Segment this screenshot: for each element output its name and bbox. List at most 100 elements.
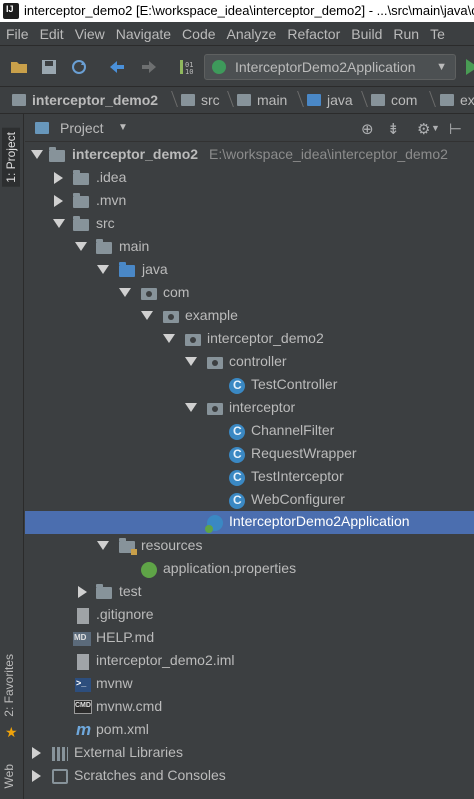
tree-item-label: interceptor_demo2: [207, 330, 324, 346]
forward-arrow-icon[interactable]: [140, 58, 158, 76]
tree-item-mvnw[interactable]: mvnw: [25, 673, 474, 696]
tree-item-webconfigurer[interactable]: WebConfigurer: [25, 489, 474, 512]
breadcrumb-separator: [289, 91, 304, 107]
collapse-arrow-icon[interactable]: [32, 747, 41, 759]
project-view-icon: [35, 122, 49, 134]
tree-item-interceptor-demo2-package[interactable]: interceptor_demo2: [25, 328, 474, 351]
expand-arrow-icon[interactable]: [75, 242, 87, 251]
tree-item-requestwrapper[interactable]: RequestWrapper: [25, 443, 474, 466]
tab-project[interactable]: 1: Project: [2, 128, 20, 187]
expand-arrow-icon[interactable]: [97, 265, 109, 274]
run-icon[interactable]: [466, 59, 474, 75]
build-project-icon[interactable]: 0110: [178, 58, 196, 76]
chevron-down-icon[interactable]: ▼: [118, 122, 128, 133]
class-icon: [229, 447, 245, 463]
chevron-down-icon[interactable]: ▼: [431, 123, 440, 133]
open-folder-icon[interactable]: [10, 58, 28, 76]
tree-item-label: src: [96, 215, 115, 231]
project-tree: interceptor_demo2 E:\workspace_idea\inte…: [25, 142, 474, 799]
menu-refactor[interactable]: Refactor: [281, 22, 345, 42]
folder-icon: [237, 94, 251, 106]
expand-arrow-icon[interactable]: [141, 311, 153, 320]
menu-run[interactable]: Run: [387, 22, 424, 42]
folder-icon: [181, 94, 195, 106]
star-icon: ★: [5, 724, 18, 740]
breadcrumb-label: ex: [460, 92, 474, 108]
tree-item-com[interactable]: com: [25, 282, 474, 305]
expand-arrow-icon[interactable]: [163, 334, 175, 343]
menu-code[interactable]: Code: [176, 22, 220, 42]
menu-file[interactable]: File: [0, 22, 34, 42]
breadcrumb-label: com: [391, 92, 418, 108]
tree-item-mvnw-cmd[interactable]: mvnw.cmd: [25, 696, 474, 719]
run-configuration-dropdown[interactable]: InterceptorDemo2Application ▼: [204, 54, 456, 80]
package-icon: [371, 94, 385, 106]
tree-item-idea[interactable]: .idea: [25, 167, 474, 190]
expand-arrow-icon[interactable]: [185, 357, 197, 366]
menu-build[interactable]: Build: [345, 22, 387, 42]
tree-item-java[interactable]: java: [25, 259, 474, 282]
package-icon: [440, 94, 454, 106]
tree-item-label: .idea: [96, 169, 127, 185]
tab-favorites[interactable]: 2: Favorites: [2, 654, 16, 717]
tree-item-pom-xml[interactable]: m pom.xml: [25, 719, 474, 742]
libraries-icon: [52, 747, 68, 761]
project-panel-header: Project ▼ ⊕ ⇟ ⚙ ▼ ⊢: [25, 114, 474, 142]
tree-item-label: mvnw: [96, 675, 133, 691]
tree-item-src[interactable]: src: [25, 213, 474, 236]
tree-item-main[interactable]: main: [25, 236, 474, 259]
scratches-icon: [52, 769, 68, 784]
tree-item-label: ChannelFilter: [251, 422, 335, 438]
resources-folder-icon: [119, 538, 137, 555]
source-folder-icon: [307, 94, 321, 106]
tab-web[interactable]: Web: [2, 764, 16, 788]
tree-item-help-md[interactable]: HELP.md: [25, 627, 474, 650]
tree-item-application-properties[interactable]: application.properties: [25, 558, 474, 581]
tree-item-test[interactable]: test: [25, 581, 474, 604]
tree-item-label: controller: [229, 353, 287, 369]
tree-item-controller[interactable]: controller: [25, 351, 474, 374]
tree-item-label: .gitignore: [96, 606, 154, 622]
tree-item-example[interactable]: example: [25, 305, 474, 328]
intellij-logo-icon: [3, 3, 19, 19]
tree-item-interceptordemo2application[interactable]: InterceptorDemo2Application: [25, 511, 474, 534]
expand-arrow-icon[interactable]: [185, 403, 197, 412]
tree-item-resources[interactable]: resources: [25, 535, 474, 558]
tree-item-mvn[interactable]: .mvn: [25, 190, 474, 213]
tree-item-channelfilter[interactable]: ChannelFilter: [25, 420, 474, 443]
tree-item-project-root[interactable]: interceptor_demo2 E:\workspace_idea\inte…: [25, 144, 474, 167]
tree-item-scratches[interactable]: Scratches and Consoles: [25, 765, 474, 788]
menu-analyze[interactable]: Analyze: [221, 22, 282, 42]
tree-item-iml[interactable]: interceptor_demo2.iml: [25, 650, 474, 673]
tree-item-testinterceptor[interactable]: TestInterceptor: [25, 466, 474, 489]
tree-item-external-libraries[interactable]: External Libraries: [25, 742, 474, 765]
menu-navigate[interactable]: Navigate: [110, 22, 176, 42]
save-all-icon[interactable]: [40, 58, 58, 76]
window-title: interceptor_demo2 [E:\workspace_idea\int…: [24, 3, 474, 18]
expand-arrow-icon[interactable]: [119, 288, 131, 297]
project-view-selector[interactable]: Project: [60, 120, 104, 136]
tree-item-interceptor[interactable]: interceptor: [25, 397, 474, 420]
breadcrumb-label: main: [257, 92, 288, 108]
tree-item-testcontroller[interactable]: TestController: [25, 374, 474, 397]
collapse-arrow-icon[interactable]: [78, 586, 87, 598]
expand-arrow-icon[interactable]: [31, 150, 43, 159]
collapse-arrow-icon[interactable]: [32, 770, 41, 782]
locate-target-icon[interactable]: ⊕: [361, 120, 374, 138]
collapse-arrow-icon[interactable]: [54, 172, 63, 184]
gear-icon[interactable]: ⚙: [417, 120, 430, 138]
tree-item-label: com: [163, 284, 190, 300]
synchronize-icon[interactable]: [70, 58, 88, 76]
expand-arrow-icon[interactable]: [97, 541, 109, 550]
package-icon: [163, 311, 179, 323]
collapse-arrow-icon[interactable]: [54, 195, 63, 207]
menu-view[interactable]: View: [69, 22, 110, 42]
back-arrow-icon[interactable]: [108, 58, 126, 76]
menu-edit[interactable]: Edit: [34, 22, 69, 42]
tree-item-gitignore[interactable]: .gitignore: [25, 604, 474, 627]
shell-script-icon: [75, 678, 91, 692]
expand-arrow-icon[interactable]: [53, 219, 65, 228]
collapse-all-icon[interactable]: ⇟: [387, 120, 400, 138]
hide-panel-icon[interactable]: ⊢: [449, 120, 462, 138]
menu-tools[interactable]: Te: [424, 22, 450, 42]
